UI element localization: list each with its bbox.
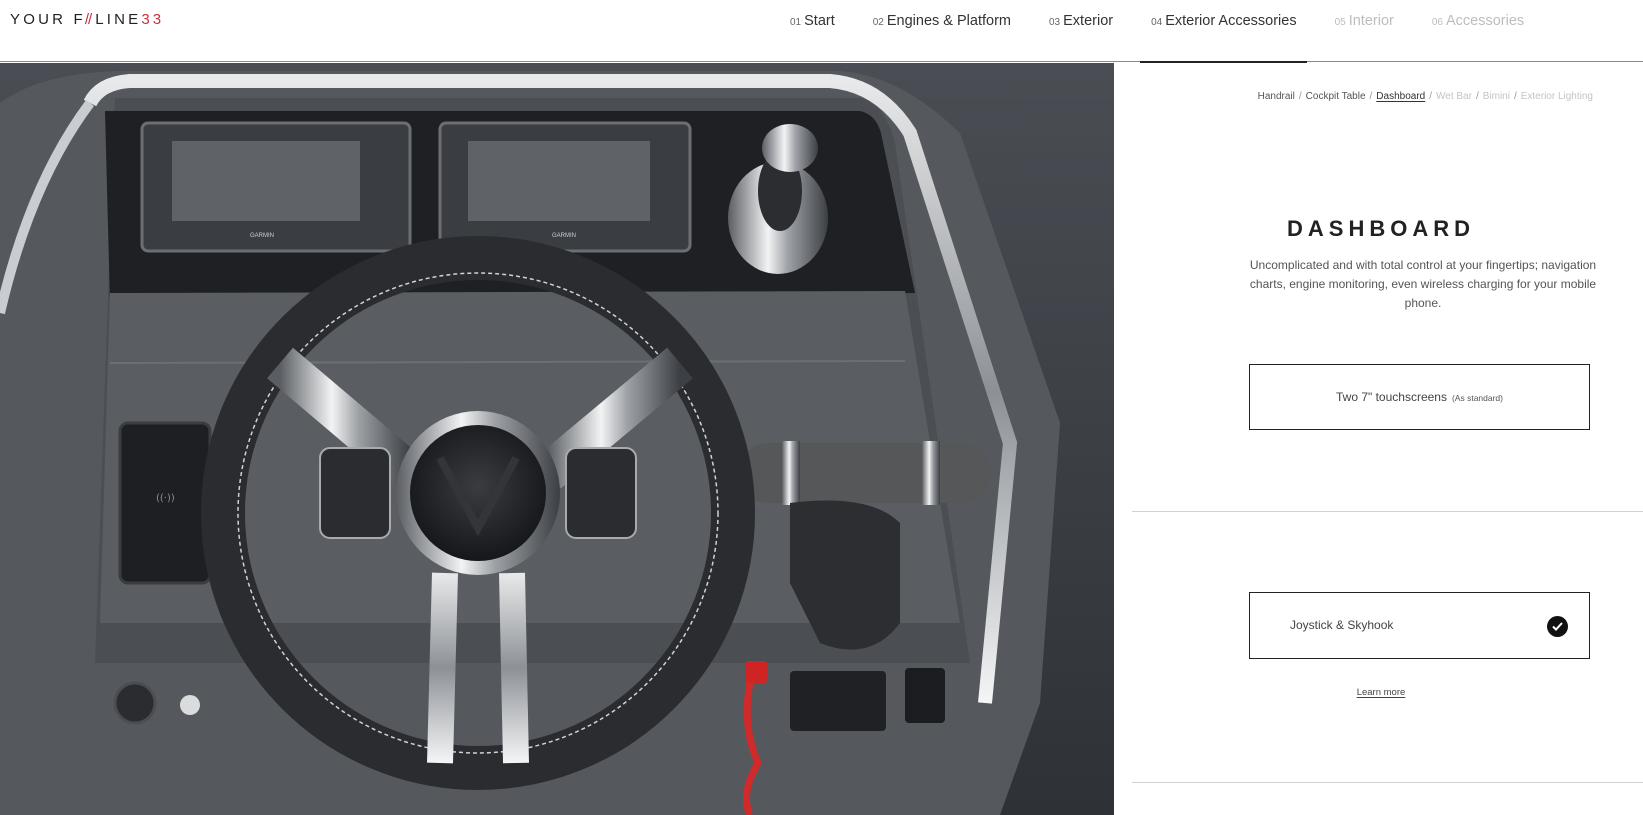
logo-prefix: YOUR F xyxy=(10,11,86,28)
svg-text:((·)): ((·)) xyxy=(156,493,175,504)
nav-step-label: Start xyxy=(804,13,835,29)
dashboard-render-image: GARMIN GARMIN ((·)) xyxy=(0,63,1114,815)
nav-step-number: 06 xyxy=(1431,17,1443,28)
screen-brand-label: GARMIN xyxy=(552,233,576,239)
nav-step-number: 01 xyxy=(790,17,802,28)
nav-step-exterior-accessories[interactable]: 04 Exterior Accessories xyxy=(1140,0,1308,63)
option-label: Two 7" touchscreens xyxy=(1335,390,1447,404)
breadcrumb-exterior-lighting[interactable]: Exterior Lighting xyxy=(1521,91,1593,102)
nav-step-interior[interactable]: 05 Interior xyxy=(1335,0,1394,62)
logo-number: 33 xyxy=(141,11,165,28)
breadcrumb-separator: / xyxy=(1298,91,1302,102)
nav-step-engines-platform[interactable]: 02 Engines & Platform xyxy=(873,0,1011,62)
breadcrumb-separator: / xyxy=(1369,91,1373,102)
breadcrumb-dashboard[interactable]: Dashboard xyxy=(1376,91,1425,102)
breadcrumb-bimini[interactable]: Bimini xyxy=(1483,91,1510,102)
option-standard-note: (As standard) xyxy=(1451,393,1503,403)
logo-slash: // xyxy=(84,11,92,28)
brand-logo[interactable]: YOUR F//LINE33 xyxy=(10,11,164,28)
option-label: Joystick & Skyhook xyxy=(1290,618,1394,632)
nav-step-exterior[interactable]: 03 Exterior xyxy=(1049,0,1113,62)
nav-step-start[interactable]: 01 Start xyxy=(790,0,835,62)
breadcrumb: Handrail / Cockpit Table / Dashboard / Wet Bar… xyxy=(1258,91,1593,102)
section-title: DASHBOARD xyxy=(1287,216,1475,241)
breadcrumb-wet-bar[interactable]: Wet Bar xyxy=(1436,91,1472,102)
nav-step-number: 05 xyxy=(1334,17,1346,28)
section-description: Uncomplicated and with total control at … xyxy=(1249,258,1597,310)
nav-step-label: Engines & Platform xyxy=(886,13,1011,29)
breadcrumb-separator: / xyxy=(1475,91,1479,102)
configuration-panel: Handrail / Cockpit Table / Dashboard / Wet Bar… xyxy=(1114,63,1643,815)
nav-step-label: Exterior xyxy=(1063,13,1114,29)
screen-brand-label: GARMIN xyxy=(250,233,274,239)
section-divider xyxy=(1132,782,1643,783)
nav-step-number: 04 xyxy=(1151,17,1163,28)
learn-more-link[interactable]: Learn more xyxy=(1357,687,1406,698)
nav-step-label: Interior xyxy=(1348,13,1394,29)
breadcrumb-separator: / xyxy=(1429,91,1432,102)
nav-step-accessories[interactable]: 06 Accessories xyxy=(1432,0,1524,62)
breadcrumb-handrail[interactable]: Handrail xyxy=(1258,91,1295,102)
learn-more-wrapper: Learn more xyxy=(1114,687,1643,698)
option-joystick-skyhook[interactable]: Joystick & Skyhook xyxy=(1249,592,1590,659)
nav-step-label: Exterior Accessories xyxy=(1165,13,1297,29)
section-divider xyxy=(1132,511,1643,512)
step-navigation: 01 Start 02 Engines & Platform 03 Exterior … xyxy=(790,0,1562,63)
nav-step-number: 02 xyxy=(872,17,884,28)
top-header: YOUR F//LINE33 01 Start 02 Engines & Platf… xyxy=(0,0,1643,63)
dashboard-illustration: GARMIN GARMIN ((·)) xyxy=(0,63,1114,815)
nav-step-label: Accessories xyxy=(1445,13,1525,29)
breadcrumb-separator: / xyxy=(1513,91,1517,102)
nav-step-number: 03 xyxy=(1049,17,1061,28)
logo-line: LINE xyxy=(95,11,142,28)
option-touchscreens[interactable]: Two 7" touchscreens (As standard) xyxy=(1249,364,1590,430)
breadcrumb-cockpit-table[interactable]: Cockpit Table xyxy=(1306,91,1366,102)
checkmark-icon xyxy=(1547,616,1568,637)
